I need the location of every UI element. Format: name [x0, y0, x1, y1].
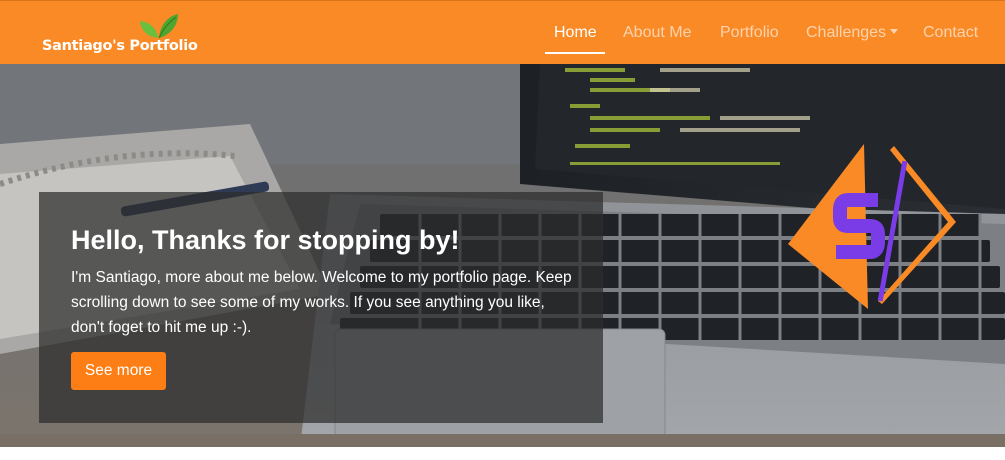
- nav-about-me[interactable]: About Me: [623, 24, 691, 42]
- hero-callout: Hello, Thanks for stopping by! I'm Santi…: [39, 192, 603, 423]
- nav-active-underline: [545, 52, 605, 54]
- nav-contact[interactable]: Contact: [923, 24, 978, 42]
- hero-section: Hello, Thanks for stopping by! I'm Santi…: [0, 64, 1005, 447]
- hero-title: Hello, Thanks for stopping by!: [71, 225, 460, 255]
- nav-challenges-label: Challenges: [806, 24, 887, 41]
- caret-down-icon: [890, 29, 899, 34]
- nav-portfolio[interactable]: Portfolio: [720, 24, 779, 42]
- nav-challenges[interactable]: Challenges: [806, 24, 899, 42]
- hero-description: I'm Santiago, more about me below. Welco…: [71, 269, 572, 336]
- nav-home[interactable]: Home: [554, 24, 597, 42]
- main-nav: Home About Me Portfolio Challenges Conta…: [0, 1, 1005, 65]
- top-navbar: Santiago's Portfolio Home About Me Portf…: [0, 0, 1005, 64]
- code-slash-logo: [788, 144, 956, 309]
- see-more-button[interactable]: See more: [71, 352, 166, 390]
